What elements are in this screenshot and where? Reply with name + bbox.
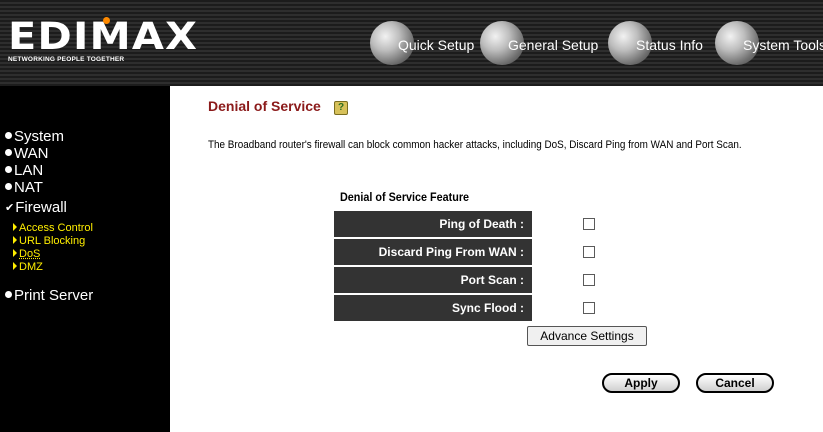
sidebar-item-label: LAN <box>14 162 44 179</box>
feature-section-title: Denial of Service Feature <box>340 190 470 204</box>
sidebar-item-label: System <box>14 128 65 145</box>
feature-row-ping-of-death: Ping of Death : <box>334 211 604 237</box>
help-icon[interactable]: ? <box>334 101 348 115</box>
sidebar-item-label: Firewall <box>15 199 67 216</box>
sidebar-item-wan[interactable]: WAN <box>5 145 48 162</box>
port-scan-checkbox[interactable] <box>583 274 595 286</box>
sidebar-item-nat[interactable]: NAT <box>5 179 43 196</box>
arrow-right-icon <box>13 249 17 257</box>
bullet-icon <box>5 291 12 298</box>
edimax-logo: EDIMAX NETWORKING PEOPLE TOGETHER <box>8 17 197 64</box>
arrow-right-icon <box>13 236 17 244</box>
sidebar-item-system[interactable]: System <box>5 128 64 145</box>
feature-label: Port Scan : <box>334 267 532 293</box>
sidebar-subitem-label: URL Blocking <box>19 235 86 247</box>
sidebar-item-label: Print Server <box>14 287 94 304</box>
advance-settings-button[interactable]: Advance Settings <box>527 326 647 346</box>
bullet-icon <box>5 166 12 173</box>
feature-row-sync-flood: Sync Flood : <box>334 295 604 321</box>
bullet-icon <box>5 183 12 190</box>
nav-status-info-label: Status Info <box>636 37 703 53</box>
nav-quick-setup-label: Quick Setup <box>398 37 475 53</box>
sidebar-subitem-label: DMZ <box>19 261 43 273</box>
page-title: Denial of Service <box>208 98 321 114</box>
sidebar-subitem-dos[interactable]: DoS <box>13 248 40 261</box>
sidebar-item-firewall[interactable]: ✔Firewall <box>5 199 67 216</box>
sidebar-item-label: NAT <box>14 179 43 196</box>
ping-of-death-checkbox[interactable] <box>583 218 595 230</box>
brand-name: EDIMAX <box>8 15 199 58</box>
feature-row-discard-ping: Discard Ping From WAN : <box>334 239 604 265</box>
sidebar-subitem-dmz[interactable]: DMZ <box>13 261 43 274</box>
sidebar-subitem-label: DoS <box>19 248 41 260</box>
nav-general-setup-label: General Setup <box>508 37 599 53</box>
main-content: Denial of Service ? The Broadband router… <box>170 86 823 432</box>
bullet-icon <box>5 132 12 139</box>
nav-system-tools-label: System Tools <box>743 37 823 53</box>
sidebar-menu: System WAN LAN NAT ✔Firewall Access Cont… <box>0 86 170 432</box>
header-bar: EDIMAX NETWORKING PEOPLE TOGETHER Quick … <box>0 0 823 86</box>
checkmark-icon: ✔ <box>5 202 15 214</box>
apply-button[interactable]: Apply <box>602 373 680 393</box>
arrow-right-icon <box>13 262 17 270</box>
feature-label: Sync Flood : <box>334 295 532 321</box>
sidebar-subitem-access-control[interactable]: Access Control <box>13 222 93 235</box>
cancel-button[interactable]: Cancel <box>696 373 774 393</box>
sidebar-item-print-server[interactable]: Print Server <box>5 287 93 304</box>
arrow-right-icon <box>13 223 17 231</box>
logo-dot <box>103 17 110 24</box>
feature-label: Ping of Death : <box>334 211 532 237</box>
feature-label: Discard Ping From WAN : <box>334 239 532 265</box>
discard-ping-checkbox[interactable] <box>583 246 595 258</box>
page-description: The Broadband router's firewall can bloc… <box>208 139 742 151</box>
bullet-icon <box>5 149 12 156</box>
sidebar-item-lan[interactable]: LAN <box>5 162 43 179</box>
sidebar-subitem-label: Access Control <box>19 222 93 234</box>
feature-row-port-scan: Port Scan : <box>334 267 604 293</box>
sidebar-subitem-url-blocking[interactable]: URL Blocking <box>13 235 85 248</box>
sidebar-item-label: WAN <box>14 145 49 162</box>
sync-flood-checkbox[interactable] <box>583 302 595 314</box>
